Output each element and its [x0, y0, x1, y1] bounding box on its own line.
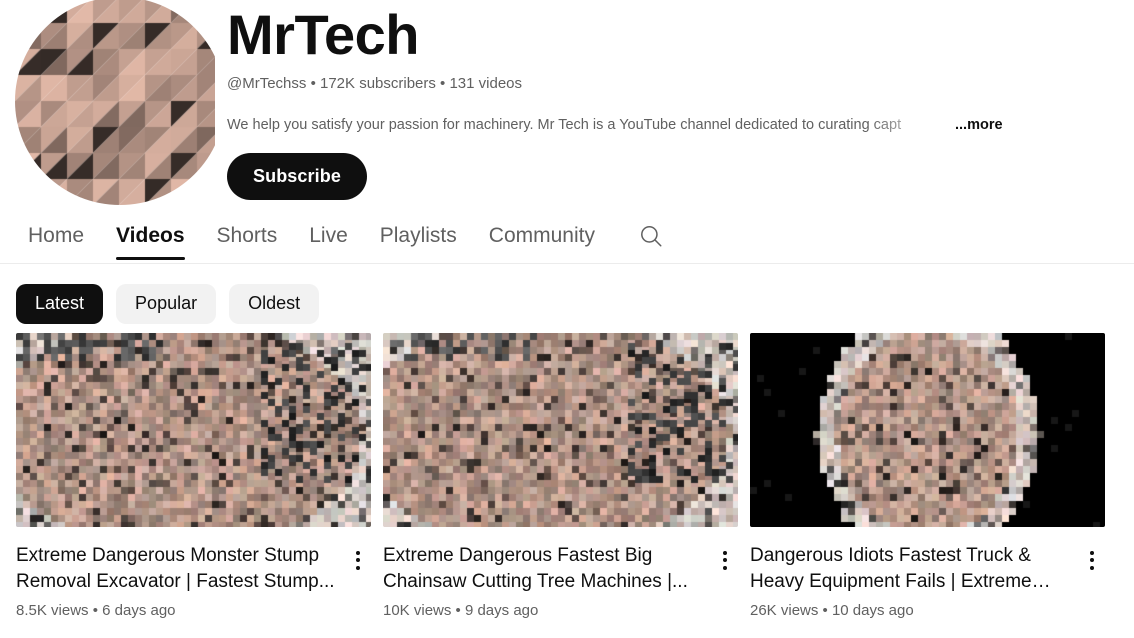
- tab-shorts[interactable]: Shorts: [201, 208, 294, 264]
- video-thumbnail[interactable]: [383, 333, 738, 527]
- chip-popular[interactable]: Popular: [116, 283, 217, 324]
- video-meta-row: Dangerous Idiots Fastest Truck & Heavy E…: [750, 543, 1105, 621]
- avatar[interactable]: [15, 0, 215, 205]
- tab-community[interactable]: Community: [473, 208, 611, 264]
- video-card: Extreme Dangerous Monster Stump Removal …: [16, 333, 371, 621]
- video-card: Extreme Dangerous Fastest Big Chainsaw C…: [383, 333, 738, 621]
- channel-meta: @MrTechss • 172K subscribers • 131 video…: [227, 75, 523, 92]
- video-thumbnail[interactable]: [750, 333, 1105, 527]
- tab-live[interactable]: Live: [293, 208, 364, 264]
- avatar-container: [0, 0, 215, 205]
- channel-tabs: Home Videos Shorts Live Playlists Commun…: [0, 208, 1134, 264]
- tab-playlists[interactable]: Playlists: [364, 208, 473, 264]
- channel-description: We help you satisfy your passion for mac…: [227, 117, 902, 133]
- video-meta-row: Extreme Dangerous Monster Stump Removal …: [16, 543, 371, 621]
- channel-info: MrTech @MrTechss • 172K subscribers • 13…: [215, 0, 1134, 200]
- video-meta-row: Extreme Dangerous Fastest Big Chainsaw C…: [383, 543, 738, 621]
- subscribe-button[interactable]: Subscribe: [227, 153, 367, 200]
- channel-description-row: We help you satisfy your passion for mac…: [227, 115, 1007, 135]
- search-icon[interactable]: [625, 208, 677, 264]
- video-title[interactable]: Extreme Dangerous Fastest Big Chainsaw C…: [383, 543, 706, 595]
- tab-home[interactable]: Home: [12, 208, 100, 264]
- kebab-menu-icon[interactable]: [345, 545, 371, 575]
- kebab-menu-icon[interactable]: [1079, 545, 1105, 575]
- video-stats: 10K views • 9 days ago: [383, 602, 539, 619]
- video-title[interactable]: Dangerous Idiots Fastest Truck & Heavy E…: [750, 543, 1073, 595]
- channel-header: MrTech @MrTechss • 172K subscribers • 13…: [0, 0, 1134, 208]
- video-title[interactable]: Extreme Dangerous Monster Stump Removal …: [16, 543, 339, 595]
- video-card: Dangerous Idiots Fastest Truck & Heavy E…: [750, 333, 1105, 621]
- more-link[interactable]: ...more: [955, 115, 1003, 135]
- video-filter-chips: Latest Popular Oldest: [0, 264, 1134, 324]
- channel-name: MrTech: [227, 3, 420, 66]
- video-text: Dangerous Idiots Fastest Truck & Heavy E…: [750, 543, 1079, 621]
- video-text: Extreme Dangerous Monster Stump Removal …: [16, 543, 345, 621]
- kebab-menu-icon[interactable]: [712, 545, 738, 575]
- video-stats: 8.5K views • 6 days ago: [16, 602, 176, 619]
- video-thumbnail[interactable]: [16, 333, 371, 527]
- video-grid: Extreme Dangerous Monster Stump Removal …: [0, 324, 1134, 621]
- chip-oldest[interactable]: Oldest: [229, 283, 320, 324]
- chip-latest[interactable]: Latest: [16, 283, 104, 324]
- video-text: Extreme Dangerous Fastest Big Chainsaw C…: [383, 543, 712, 621]
- video-stats: 26K views • 10 days ago: [750, 602, 914, 619]
- tab-videos[interactable]: Videos: [100, 208, 200, 264]
